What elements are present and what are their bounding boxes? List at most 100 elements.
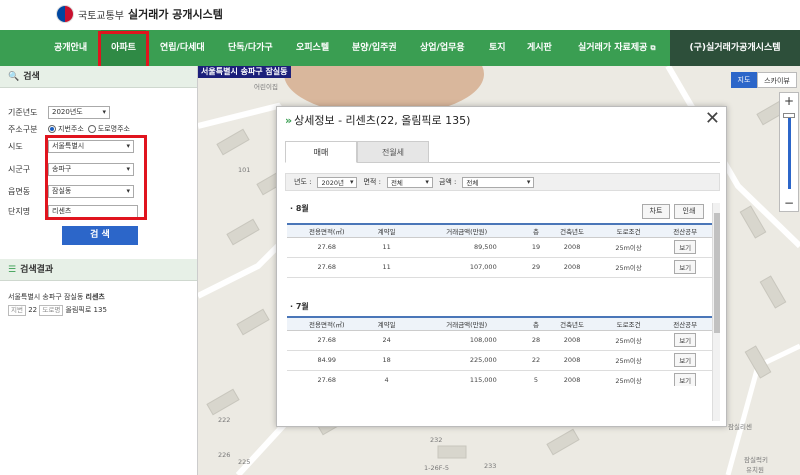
view-button[interactable]: 보기 bbox=[674, 240, 697, 254]
nav-item-data-service[interactable]: 실거래가 자료제공 ⧉ bbox=[578, 30, 656, 66]
complex-row: 단지명 리센츠 bbox=[8, 203, 138, 219]
view-button[interactable]: 보기 bbox=[674, 260, 697, 274]
col-area: 전용면적(㎡) bbox=[287, 223, 367, 238]
nav-item-house[interactable]: 단독/다가구 bbox=[228, 30, 273, 66]
sigungu-value: 송파구 bbox=[52, 165, 72, 173]
nav-item-apartment[interactable]: 아파트 bbox=[101, 30, 146, 66]
close-icon[interactable]: ✕ bbox=[705, 109, 720, 129]
map-label: 233 bbox=[484, 462, 497, 470]
road-value: 올림픽로 135 bbox=[65, 306, 107, 314]
ministry-name: 국토교통부 bbox=[78, 10, 124, 22]
radio-selected-icon bbox=[48, 125, 56, 133]
jibun-tag: 지번 bbox=[8, 305, 26, 316]
cell-built-year: 2008 bbox=[545, 237, 599, 258]
map-label: 101 bbox=[238, 166, 251, 174]
map-label: 222 bbox=[218, 416, 231, 424]
sigungu-select[interactable]: 송파구 ▾ bbox=[48, 162, 134, 176]
radio-road[interactable]: 도로명주소 bbox=[87, 124, 130, 134]
col-record: 전산공부 bbox=[658, 223, 712, 238]
address-type-label: 주소구분 bbox=[8, 124, 38, 134]
modal-scrollbar[interactable] bbox=[712, 203, 720, 421]
scrollbar-thumb[interactable] bbox=[714, 213, 720, 333]
maptype-skyview-button[interactable]: 스카이뷰 bbox=[757, 72, 797, 88]
map-label: 1-26F-5 bbox=[424, 464, 449, 472]
chevron-down-icon: ▾ bbox=[102, 108, 106, 116]
legacy-system-link[interactable]: (구)실거래가공개시스템 bbox=[670, 30, 800, 66]
complex-input[interactable]: 리센츠 bbox=[48, 204, 138, 218]
chart-button[interactable]: 차트 bbox=[642, 204, 670, 219]
search-panel-title: 검색 bbox=[23, 71, 40, 82]
map-label: 225 bbox=[238, 458, 251, 466]
nav-item-townhouse[interactable]: 연립/다세대 bbox=[160, 30, 205, 66]
filter-year-select[interactable]: 2020년 ▾ bbox=[317, 176, 358, 188]
map-label: 잠실리센 bbox=[728, 423, 752, 431]
cell-road: 25m이상 bbox=[598, 350, 659, 371]
radio-jibun-label: 지번주소 bbox=[58, 125, 84, 133]
base-year-value: 2020년도 bbox=[52, 108, 83, 116]
chevron-down-icon: ▾ bbox=[126, 187, 130, 195]
tab-rent[interactable]: 전월세 bbox=[357, 141, 429, 163]
nav-item-board[interactable]: 게시판 bbox=[527, 30, 552, 66]
zoom-track[interactable] bbox=[788, 115, 791, 189]
dong-value: 잠실동 bbox=[52, 187, 72, 195]
col-built-year: 건축년도 bbox=[545, 223, 599, 238]
cell-floor: 19 bbox=[526, 237, 546, 258]
filter-area-value: 전체 bbox=[390, 179, 403, 187]
double-chevron-right-icon: » bbox=[285, 113, 293, 127]
table-row: 27.68 11 107,000 29 2008 25m이상 보기 bbox=[287, 257, 712, 278]
nav-item-presale[interactable]: 분양/입주권 bbox=[352, 30, 397, 66]
map-location-label: 서울특별시 송파구 잠실동 bbox=[198, 66, 291, 78]
map-label: 226 bbox=[218, 451, 231, 459]
cell-price: 108,000 bbox=[406, 330, 527, 351]
sigungu-row: 시군구 송파구 ▾ bbox=[8, 161, 134, 177]
result-item[interactable]: 서울특별시 송파구 잠실동 리센츠 지번 22 도로명 올림픽로 135 bbox=[8, 291, 107, 317]
radio-unselected-icon bbox=[87, 125, 96, 133]
filter-year-label: 년도 : bbox=[294, 178, 312, 186]
nav-item-officetel[interactable]: 오피스텔 bbox=[296, 30, 329, 66]
cell-record: 보기 bbox=[658, 330, 712, 351]
col-price: 거래금액(만원) bbox=[406, 223, 527, 238]
complex-label: 단지명 bbox=[8, 206, 31, 216]
table-clip-mask bbox=[285, 386, 712, 424]
base-year-row: 기준년도 2020년도 ▾ bbox=[8, 104, 110, 120]
zoom-in-button[interactable]: + bbox=[780, 93, 798, 109]
print-button[interactable]: 인쇄 bbox=[674, 204, 704, 219]
nav-item-commercial[interactable]: 상업/업무용 bbox=[420, 30, 465, 66]
base-year-select[interactable]: 2020년도 ▾ bbox=[48, 105, 110, 119]
ministry-emblem-icon bbox=[56, 5, 74, 23]
external-link-icon: ⧉ bbox=[650, 44, 656, 52]
filter-price-select[interactable]: 전체 ▾ bbox=[462, 176, 535, 188]
cell-record: 보기 bbox=[658, 257, 712, 278]
cell-road: 25m이상 bbox=[598, 257, 659, 278]
zoom-out-button[interactable]: − bbox=[780, 195, 798, 211]
filter-area-select[interactable]: 전체 ▾ bbox=[386, 176, 433, 188]
maptype-map-button[interactable]: 지도 bbox=[731, 72, 757, 88]
table-header-row: 전용면적(㎡) 계약일 거래금액(만원) 층 건축년도 도로조건 전산공부 bbox=[287, 223, 712, 238]
cell-price: 225,000 bbox=[406, 350, 527, 371]
dong-row: 읍면동 잠실동 ▾ bbox=[8, 183, 134, 199]
dong-select[interactable]: 잠실동 ▾ bbox=[48, 184, 134, 198]
address-type-row: 주소구분 지번주소 도로명주소 bbox=[8, 121, 134, 137]
sido-select[interactable]: 서울특별시 ▾ bbox=[48, 139, 134, 153]
search-panel-header: 🔍 검색 bbox=[0, 66, 197, 88]
site-logo[interactable]: 국토교통부 실거래가 공개시스템 bbox=[56, 5, 223, 23]
cell-built-year: 2008 bbox=[545, 350, 599, 371]
map-label: 유치원 bbox=[746, 466, 764, 474]
tab-sale[interactable]: 매매 bbox=[285, 141, 357, 163]
cell-area: 27.68 bbox=[287, 237, 367, 258]
search-button[interactable]: 검 색 bbox=[62, 226, 138, 245]
nav-item-land[interactable]: 토지 bbox=[489, 30, 506, 66]
view-button[interactable]: 보기 bbox=[674, 353, 697, 367]
view-button[interactable]: 보기 bbox=[674, 373, 697, 387]
radio-jibun[interactable]: 지번주소 bbox=[48, 124, 84, 134]
cell-built-year: 2008 bbox=[545, 330, 599, 351]
view-button[interactable]: 보기 bbox=[674, 333, 697, 347]
chevron-down-icon: ▾ bbox=[349, 178, 354, 186]
results-panel-header: ☰ 검색결과 bbox=[0, 259, 197, 281]
cell-area: 27.68 bbox=[287, 330, 367, 351]
nav-item-notice[interactable]: 공개안내 bbox=[54, 30, 87, 66]
result-address: 서울특별시 송파구 잠실동 bbox=[8, 293, 84, 301]
zoom-slider-handle[interactable] bbox=[783, 113, 795, 118]
sido-value: 서울특별시 bbox=[52, 142, 85, 150]
cell-day: 18 bbox=[366, 350, 407, 371]
